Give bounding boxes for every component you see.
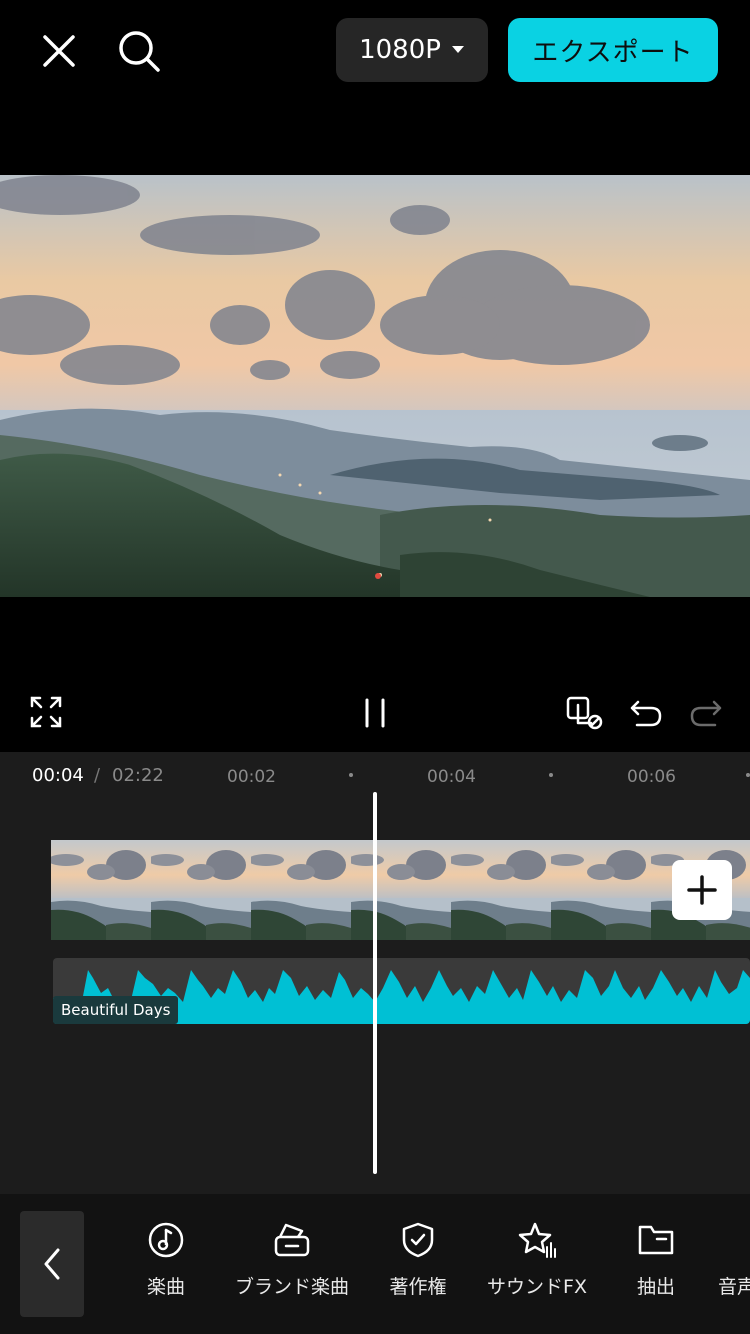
redo-icon	[690, 700, 722, 727]
keyframe-icon	[566, 696, 603, 730]
music-note-icon	[146, 1220, 186, 1260]
folder-icon	[636, 1220, 676, 1260]
tool-label: サウンドFX	[487, 1276, 587, 1298]
redo-button[interactable]	[686, 694, 726, 732]
shield-check-icon	[398, 1220, 438, 1260]
brand-music-icon	[272, 1220, 312, 1260]
sound-fx-star-icon	[517, 1220, 557, 1260]
clip-thumbnail	[351, 840, 451, 940]
pause-icon	[365, 698, 385, 728]
tool-copyright[interactable]: 著作権	[380, 1220, 456, 1299]
tool-extract[interactable]: 抽出	[624, 1220, 688, 1299]
timeline-tick-dot	[349, 773, 353, 777]
resolution-dropdown[interactable]: 1080P	[336, 18, 488, 82]
tool-label: 抽出	[636, 1276, 675, 1298]
keyframe-button[interactable]	[564, 694, 606, 732]
search-button[interactable]	[116, 28, 162, 74]
tool-label: 著作権	[389, 1276, 447, 1298]
search-icon	[119, 31, 160, 72]
fullscreen-button[interactable]	[28, 694, 64, 730]
tool-label: 音声	[718, 1276, 750, 1298]
tool-music[interactable]: 楽曲	[134, 1220, 198, 1299]
timeline-tick: 00:06	[627, 767, 676, 787]
video-clip-track[interactable]	[51, 840, 750, 940]
caret-down-icon	[451, 46, 464, 53]
export-label: エクスポート	[532, 37, 694, 68]
tool-label: 楽曲	[146, 1276, 185, 1298]
export-button[interactable]: エクスポート	[508, 18, 718, 82]
tool-brand-music[interactable]: ブランド楽曲	[226, 1220, 358, 1299]
undo-button[interactable]	[626, 694, 666, 732]
timeline-tick-dot	[746, 773, 750, 777]
expand-icon	[30, 696, 62, 728]
close-icon	[43, 35, 75, 67]
back-button[interactable]	[20, 1211, 84, 1317]
tool-voice[interactable]: 音声	[718, 1220, 750, 1299]
timeline-tick: 00:02	[227, 767, 276, 787]
timeline-tick: 00:04	[427, 767, 476, 787]
time-separator: /	[94, 765, 101, 786]
audio-track-label: Beautiful Days	[53, 996, 179, 1024]
clip-thumbnail	[251, 840, 351, 940]
clip-thumbnail	[451, 840, 551, 940]
resolution-label: 1080P	[359, 35, 441, 65]
add-clip-button[interactable]	[672, 860, 732, 920]
voice-icon	[718, 1220, 750, 1260]
clip-thumbnail	[551, 840, 651, 940]
plus-icon	[687, 875, 717, 905]
clip-thumbnail	[151, 840, 251, 940]
current-time: 00:04	[32, 765, 84, 786]
close-button[interactable]	[38, 30, 80, 72]
preview-image	[0, 175, 750, 597]
timeline-tick-dot	[549, 773, 553, 777]
total-time: 02:22	[112, 765, 164, 786]
tool-sound-fx[interactable]: サウンドFX	[478, 1220, 596, 1299]
tool-label: ブランド楽曲	[234, 1276, 349, 1298]
clip-thumbnail	[51, 840, 151, 940]
chevron-left-icon	[44, 1248, 60, 1280]
undo-icon	[630, 700, 662, 727]
pause-button[interactable]	[356, 694, 394, 732]
video-preview[interactable]	[0, 175, 750, 597]
playhead[interactable]	[373, 792, 377, 1174]
